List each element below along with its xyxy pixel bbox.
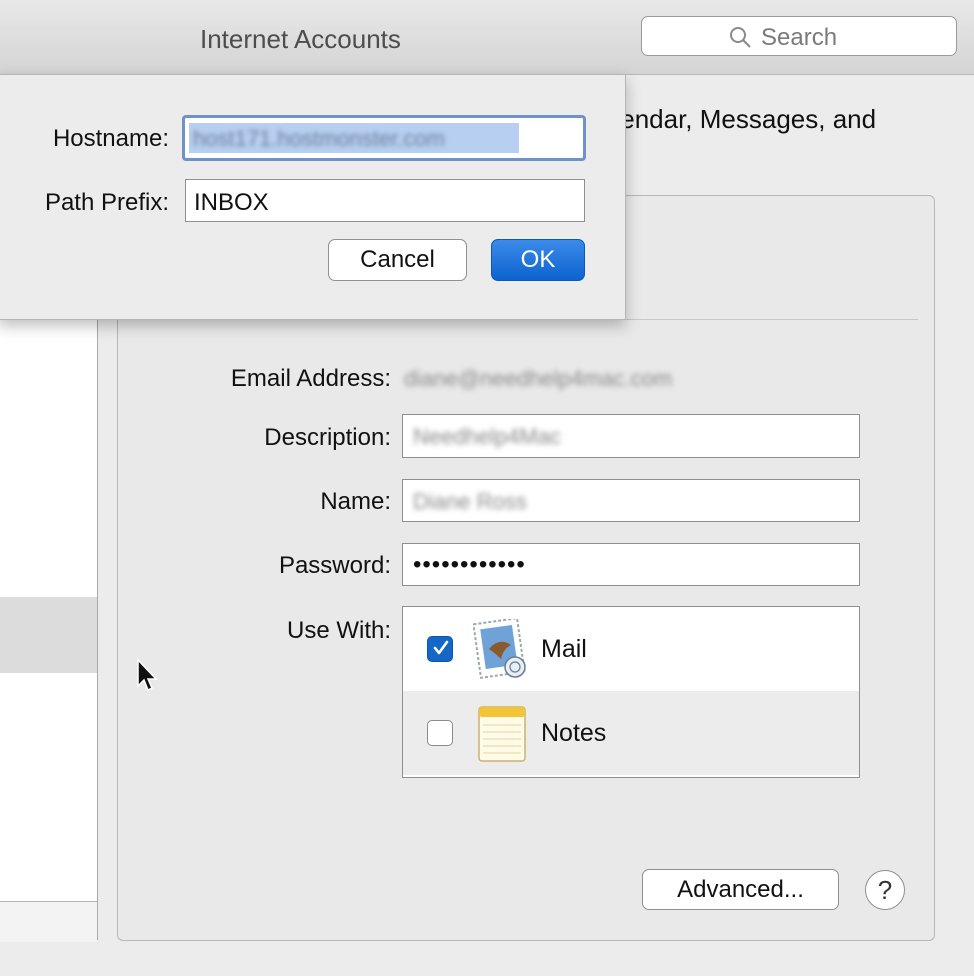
password-field[interactable]: •••••••••••• bbox=[402, 543, 860, 586]
search-placeholder: Search bbox=[761, 24, 838, 51]
notes-pad-icon bbox=[478, 706, 526, 762]
use-with-list[interactable]: Mail Notes bbox=[402, 606, 860, 778]
password-value: •••••••••••• bbox=[413, 551, 526, 578]
intro-text: alendar, Messages, and bbox=[600, 104, 877, 134]
name-label: Name: bbox=[320, 488, 391, 515]
ok-button[interactable]: OK bbox=[491, 239, 585, 281]
search-field[interactable]: Search bbox=[641, 16, 957, 56]
hostname-label: Hostname: bbox=[52, 125, 169, 152]
advanced-button[interactable]: Advanced... bbox=[642, 869, 839, 910]
description-label: Description: bbox=[264, 424, 391, 451]
mail-stamp-icon bbox=[473, 619, 526, 679]
email-value: diane@needhelp4mac.com bbox=[404, 366, 673, 391]
notes-label: Notes bbox=[541, 719, 607, 747]
name-field[interactable]: Diane Ross bbox=[402, 479, 860, 522]
description-field[interactable]: Needhelp4Mac bbox=[402, 414, 860, 458]
path-prefix-value: INBOX bbox=[194, 189, 269, 216]
path-prefix-field[interactable]: INBOX bbox=[185, 179, 585, 222]
mail-checkbox[interactable] bbox=[427, 636, 453, 662]
cancel-button[interactable]: Cancel bbox=[328, 239, 467, 281]
checkmark-icon bbox=[433, 640, 449, 655]
mail-label: Mail bbox=[541, 635, 587, 663]
list-item-notes[interactable]: Notes bbox=[403, 691, 859, 775]
server-settings-sheet: Hostname: host171.hostmonster.com Path P… bbox=[0, 74, 626, 320]
title-bar: Internet Accounts Search bbox=[0, 0, 974, 75]
description-value: Needhelp4Mac bbox=[413, 424, 561, 449]
hostname-field[interactable]: host171.hostmonster.com bbox=[182, 115, 586, 161]
help-button[interactable]: ? bbox=[865, 870, 905, 910]
email-label: Email Address: bbox=[230, 365, 391, 392]
password-label: Password: bbox=[278, 552, 391, 579]
name-value: Diane Ross bbox=[413, 489, 527, 514]
accounts-list-footer bbox=[0, 901, 97, 942]
path-prefix-label: Path Prefix: bbox=[44, 189, 169, 216]
hostname-value: host171.hostmonster.com bbox=[193, 126, 445, 151]
use-with-label: Use With: bbox=[286, 617, 391, 644]
mouse-pointer-icon bbox=[137, 658, 158, 692]
list-item-mail[interactable]: Mail bbox=[403, 607, 859, 691]
search-icon bbox=[730, 27, 751, 48]
notes-checkbox[interactable] bbox=[427, 720, 453, 746]
selected-account-row[interactable] bbox=[0, 597, 97, 673]
window-title: Internet Accounts bbox=[200, 24, 401, 54]
